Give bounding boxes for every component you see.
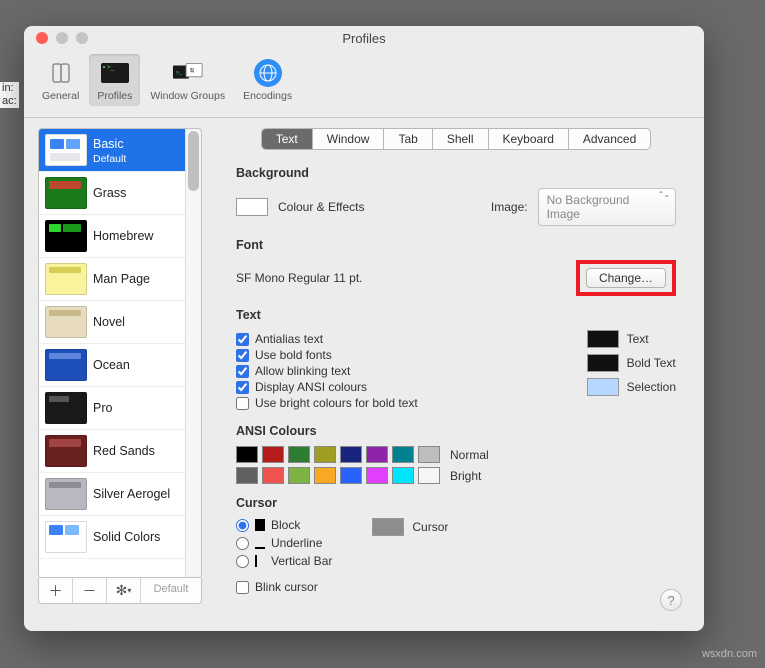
background-color-swatch[interactable] — [236, 198, 268, 216]
ansi-swatch[interactable] — [340, 446, 362, 463]
profile-silver-aerogel[interactable]: Silver Aerogel — [39, 473, 201, 516]
block-icon — [255, 519, 265, 531]
set-default-button[interactable]: Default — [141, 578, 201, 603]
profile-actions-button[interactable]: ✻▾ — [107, 578, 141, 603]
vbar-icon — [255, 555, 265, 567]
tab-text[interactable]: Text — [262, 129, 313, 149]
change-font-button[interactable]: Change… — [586, 268, 666, 288]
minimize-icon[interactable] — [56, 32, 68, 44]
ansi-swatch[interactable] — [262, 467, 284, 484]
preferences-window: Profiles General >_ Profiles >_ $| Window… — [24, 26, 704, 631]
traffic-lights — [24, 32, 88, 44]
close-icon[interactable] — [36, 32, 48, 44]
ansi-swatch[interactable] — [418, 446, 440, 463]
ansi-normal-row: Normal — [236, 446, 676, 463]
ansi-swatch[interactable] — [366, 467, 388, 484]
toolbar-profiles[interactable]: >_ Profiles — [89, 54, 140, 106]
profile-pro[interactable]: Pro — [39, 387, 201, 430]
toolbar-encodings[interactable]: Encodings — [235, 54, 300, 106]
toolbar-window-groups[interactable]: >_$| Window Groups — [142, 54, 233, 106]
toolbar: General >_ Profiles >_$| Window Groups E… — [24, 50, 704, 118]
ansi-swatch[interactable] — [392, 446, 414, 463]
bold-color-swatch[interactable] — [587, 354, 619, 372]
ansi-swatch[interactable] — [288, 446, 310, 463]
cursor-underline-radio[interactable]: Underline — [236, 536, 332, 550]
text-color-swatch[interactable] — [587, 330, 619, 348]
ansi-row-label: Normal — [450, 448, 489, 462]
window-title: Profiles — [24, 31, 704, 46]
ansi-colours-checkbox[interactable]: Display ANSI colours — [236, 380, 547, 394]
sidebar-toolbar: ＋ － ✻▾ Default — [38, 578, 202, 604]
tab-tab[interactable]: Tab — [384, 129, 432, 149]
maximize-icon[interactable] — [76, 32, 88, 44]
tab-keyboard[interactable]: Keyboard — [489, 129, 569, 149]
toolbar-general[interactable]: General — [34, 54, 87, 106]
blink-cursor-checkbox[interactable]: Blink cursor — [236, 580, 332, 594]
profile-novel[interactable]: Novel — [39, 301, 201, 344]
profile-ocean[interactable]: Ocean — [39, 344, 201, 387]
ansi-heading: ANSI Colours — [236, 424, 676, 438]
ansi-swatch[interactable] — [262, 446, 284, 463]
ansi-swatch[interactable] — [314, 467, 336, 484]
profile-red-sands[interactable]: Red Sands — [39, 430, 201, 473]
ansi-row-label: Bright — [450, 469, 481, 483]
main-content: Text Window Tab Shell Keyboard Advanced … — [202, 118, 704, 631]
ansi-swatch[interactable] — [236, 467, 258, 484]
ansi-swatch[interactable] — [340, 467, 362, 484]
profile-homebrew[interactable]: Homebrew — [39, 215, 201, 258]
cursor-vbar-radio[interactable]: Vertical Bar — [236, 554, 332, 568]
watermark: wsxdn.com — [702, 648, 757, 660]
profile-man-page[interactable]: Man Page — [39, 258, 201, 301]
bright-bold-checkbox[interactable]: Use bright colours for bold text — [236, 396, 547, 410]
window-groups-icon: >_ $| — [172, 60, 204, 86]
colour-effects-label: Colour & Effects — [278, 200, 364, 214]
background-image-popup[interactable]: No Background Image — [538, 188, 676, 226]
bold-fonts-checkbox[interactable]: Use bold fonts — [236, 348, 547, 362]
cursor-heading: Cursor — [236, 496, 676, 510]
profile-solid-colors[interactable]: Solid Colors — [39, 516, 201, 559]
profile-grass[interactable]: Grass — [39, 172, 201, 215]
ansi-swatch[interactable] — [366, 446, 388, 463]
ansi-swatch[interactable] — [418, 467, 440, 484]
ansi-swatch[interactable] — [288, 467, 310, 484]
selection-color-swatch[interactable] — [587, 378, 619, 396]
tab-bar: Text Window Tab Shell Keyboard Advanced — [236, 128, 676, 150]
switch-icon — [47, 59, 75, 87]
ansi-swatch[interactable] — [392, 467, 414, 484]
terminal-icon: >_ — [100, 60, 130, 86]
background-terminal-text: in: ac: — [0, 82, 19, 108]
ansi-bright-row: Bright — [236, 467, 676, 484]
cursor-color-swatch[interactable] — [372, 518, 404, 536]
tab-window[interactable]: Window — [313, 129, 385, 149]
tab-shell[interactable]: Shell — [433, 129, 489, 149]
profile-basic[interactable]: BasicDefault — [39, 129, 201, 172]
background-heading: Background — [236, 166, 676, 180]
cursor-block-radio[interactable]: Block — [236, 518, 332, 532]
svg-text:>_: >_ — [107, 65, 115, 71]
ansi-swatch[interactable] — [236, 446, 258, 463]
titlebar[interactable]: Profiles — [24, 26, 704, 50]
image-label: Image: — [491, 200, 528, 214]
gear-icon: ✻ — [116, 582, 128, 599]
svg-text:>_: >_ — [175, 70, 182, 76]
text-heading: Text — [236, 308, 676, 322]
blinking-checkbox[interactable]: Allow blinking text — [236, 364, 547, 378]
antialias-checkbox[interactable]: Antialias text — [236, 332, 547, 346]
remove-profile-button[interactable]: － — [73, 578, 107, 603]
change-highlight: Change… — [576, 260, 676, 296]
tab-advanced[interactable]: Advanced — [569, 129, 650, 149]
add-profile-button[interactable]: ＋ — [39, 578, 73, 603]
ansi-swatch[interactable] — [314, 446, 336, 463]
underline-icon — [255, 537, 265, 549]
profiles-sidebar: BasicDefault Grass Homebrew Man Page Nov… — [24, 118, 202, 631]
font-description: SF Mono Regular 11 pt. — [236, 271, 363, 285]
profile-list[interactable]: BasicDefault Grass Homebrew Man Page Nov… — [38, 128, 202, 578]
font-heading: Font — [236, 238, 676, 252]
svg-text:$|: $| — [190, 68, 195, 74]
globe-icon — [254, 59, 282, 87]
help-button[interactable]: ? — [660, 589, 682, 611]
